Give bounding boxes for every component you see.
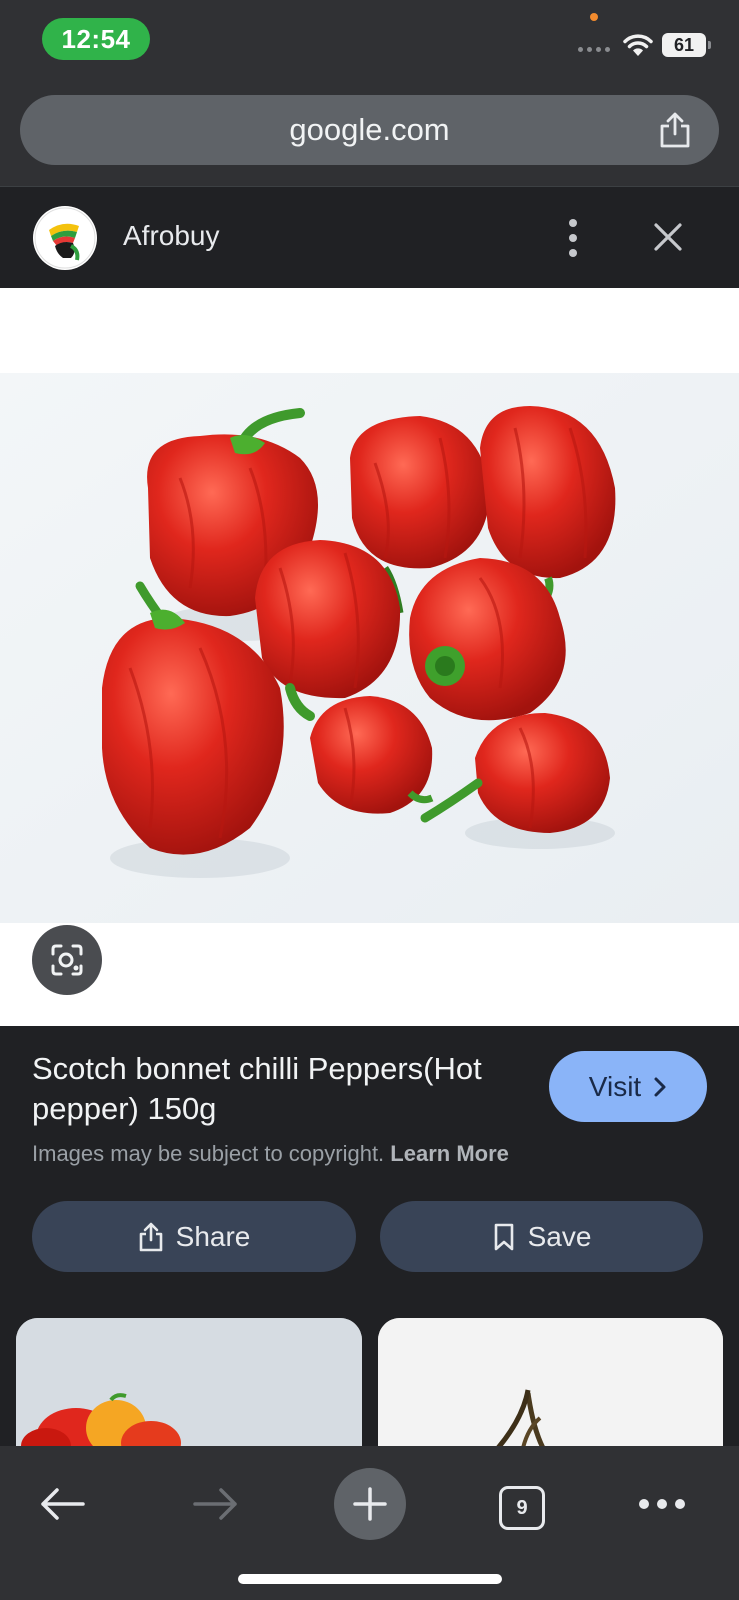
bookmark-icon [494, 1223, 513, 1250]
status-time: 12:54 [42, 18, 150, 60]
kebab-menu-icon[interactable] [560, 219, 586, 257]
plus-icon [353, 1487, 387, 1521]
tab-count-icon[interactable]: 9 [499, 1486, 545, 1530]
back-button[interactable] [26, 1468, 98, 1540]
save-button[interactable]: Save [380, 1201, 703, 1272]
back-arrow-icon [41, 1488, 85, 1520]
browser-address-area: google.com [0, 88, 739, 186]
chevron-right-icon [654, 1077, 666, 1096]
visit-button[interactable]: Visit [549, 1051, 707, 1122]
share-icon[interactable] [657, 111, 693, 149]
home-indicator [238, 1574, 502, 1584]
visit-button-label: Visit [588, 1070, 642, 1102]
battery-icon: 61 [662, 33, 711, 57]
save-button-label: Save [527, 1220, 592, 1252]
copyright-notice: Images may be subject to copyright. Lear… [32, 1141, 509, 1167]
wifi-icon [623, 34, 653, 56]
related-image-thumbnail[interactable] [16, 1318, 362, 1448]
result-title[interactable]: Scotch bonnet chilli Peppers(Hot pepper)… [32, 1049, 512, 1129]
share-button[interactable]: Share [32, 1201, 356, 1272]
site-header: Afrobuy [0, 186, 739, 288]
copyright-text: Images may be subject to copyright. [32, 1141, 385, 1166]
status-bar: 12:54 61 [0, 0, 739, 88]
site-name: Afrobuy [123, 220, 220, 251]
site-logo [33, 206, 97, 270]
learn-more-link[interactable]: Learn More [390, 1141, 509, 1166]
forward-arrow-icon [193, 1488, 237, 1520]
share-button-label: Share [175, 1220, 251, 1252]
result-image-viewer [0, 288, 739, 1026]
more-icon[interactable] [626, 1468, 698, 1540]
lens-search-button[interactable] [32, 925, 102, 995]
scotch-bonnet-peppers-image[interactable] [0, 288, 739, 1026]
cellular-signal-icon [578, 47, 610, 52]
privacy-indicator-dot [590, 13, 598, 21]
related-image-thumbnail[interactable] [378, 1318, 723, 1448]
forward-button[interactable] [180, 1468, 252, 1540]
close-icon[interactable] [648, 217, 688, 257]
new-tab-button[interactable] [334, 1468, 406, 1540]
address-bar[interactable]: google.com [20, 95, 719, 165]
share-icon [139, 1222, 162, 1251]
lens-icon [51, 944, 83, 976]
url-text: google.com [289, 112, 450, 147]
